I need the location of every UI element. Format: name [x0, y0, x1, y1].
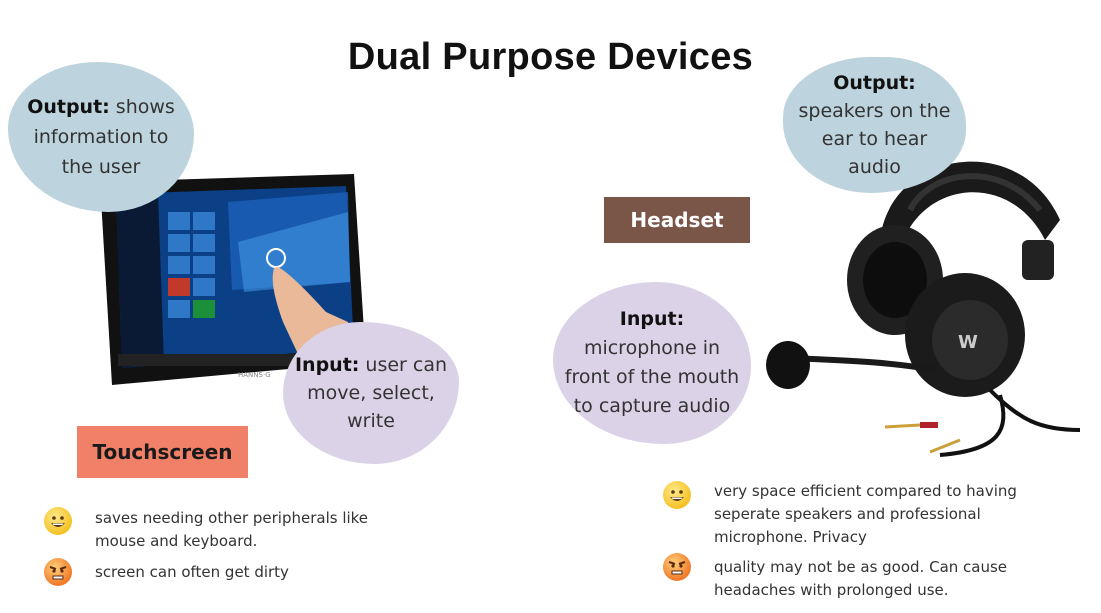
headset-output-line-3: audio	[848, 156, 901, 178]
headset-input-line-3: to capture audio	[573, 395, 731, 417]
headset-output-blob: Output: speakers on the ear to hear audi…	[783, 57, 966, 193]
grinning-face-icon	[44, 507, 72, 535]
touchscreen-pros-line-2: mouse and keyboard.	[95, 532, 258, 550]
touchscreen-output-heading: Output:	[27, 96, 110, 118]
touchscreen-input-line-2: move, select,	[307, 382, 435, 404]
touchscreen-output-line-1: Output: shows	[27, 92, 175, 122]
svg-text:HANNS·G: HANNS·G	[238, 371, 271, 379]
headset-cons-line-2: headaches with prolonged use.	[714, 581, 949, 599]
headset-input-blob: Input: microphone in front of the mouth …	[553, 282, 751, 444]
headset-output-heading-text: Output:	[833, 72, 916, 94]
headset-input-line-2: front of the mouth	[564, 366, 740, 388]
angry-face-icon	[44, 558, 72, 586]
touchscreen-pros: saves needing other peripherals like mou…	[95, 507, 368, 553]
headset-cons-line-1: quality may not be as good. Can cause	[714, 558, 1008, 576]
headset-output-line-1: speakers on the	[798, 100, 951, 122]
touchscreen-cons: screen can often get dirty	[95, 561, 289, 584]
grinning-face-icon	[663, 481, 691, 509]
touchscreen-input-text-1: user can	[359, 354, 448, 376]
touchscreen-output-line-2: information to	[33, 126, 169, 148]
headset-label: Headset	[604, 197, 750, 243]
headset-pros-line-3: microphone. Privacy	[714, 528, 867, 546]
headset-cons: quality may not be as good. Can cause he…	[714, 556, 1007, 602]
angry-face-icon	[663, 553, 691, 581]
headset-device-image: W	[760, 130, 1100, 470]
touchscreen-cons-line-1: screen can often get dirty	[95, 563, 289, 581]
touchscreen-input-blob: Input: user can move, select, write	[283, 322, 459, 464]
headset-input-heading-text: Input:	[619, 308, 685, 330]
touchscreen-output-line-3: the user	[61, 156, 141, 178]
svg-text:W: W	[958, 332, 978, 353]
headset-pros-line-2: seperate speakers and professional	[714, 505, 981, 523]
headset-pros: very space efficient compared to having …	[714, 480, 1017, 549]
headset-pros-line-1: very space efficient compared to having	[714, 482, 1017, 500]
headset-output-heading: Output:	[833, 69, 916, 97]
touchscreen-output-blob: Output: shows information to the user	[8, 62, 194, 212]
touchscreen-label: Touchscreen	[77, 426, 248, 478]
headset-input-line-1: microphone in	[583, 337, 721, 359]
touchscreen-input-line-1: Input: user can	[295, 351, 447, 379]
headset-input-heading: Input:	[620, 305, 684, 334]
touchscreen-input-line-3: write	[347, 410, 395, 432]
touchscreen-pros-line-1: saves needing other peripherals like	[95, 509, 369, 527]
headset-output-line-2: ear to hear	[821, 128, 928, 150]
touchscreen-output-text-1: shows	[109, 96, 175, 118]
touchscreen-input-heading: Input:	[294, 354, 360, 376]
